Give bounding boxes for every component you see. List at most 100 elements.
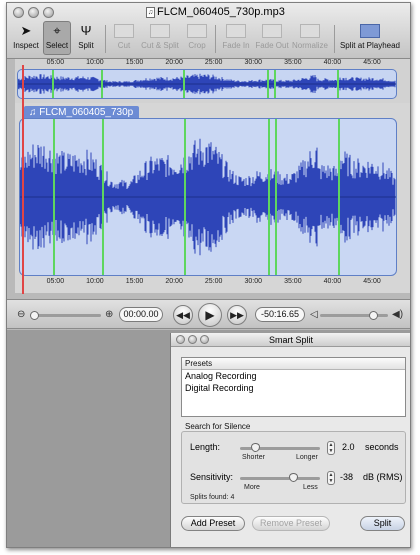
split-at-playhead-label: Split at Playhead — [339, 41, 401, 50]
document-icon: ♫ — [146, 7, 155, 18]
toolbar-divider — [334, 25, 335, 53]
window-title: FLCM_060405_730p.mp3 — [157, 6, 285, 18]
cut-tool[interactable]: Cut — [111, 23, 137, 50]
sensitivity-stepper[interactable]: ▲ ▼ — [327, 471, 335, 485]
cut-icon — [114, 24, 134, 38]
ruler-tick-label: 35:00 — [284, 59, 302, 66]
inspect-tool[interactable]: ➤ Inspect — [11, 23, 41, 50]
inspect-label: Inspect — [13, 41, 39, 50]
panel-minimize-button[interactable] — [188, 335, 197, 344]
presets-list[interactable]: Presets Analog Recording Digital Recordi… — [181, 357, 406, 417]
timeline-ruler-top: 05:00 10:00 15:00 20:00 25:00 30:00 35:00 40:00… — [17, 59, 397, 69]
ruler-tick-label: 20:00 — [165, 278, 183, 285]
crop-label: Crop — [188, 41, 206, 50]
normalize-label: Normalize — [291, 41, 328, 50]
split-icon: Ψ — [80, 23, 92, 38]
length-max-label: Longer — [296, 454, 318, 461]
ruler-tick-label: 20:00 — [165, 59, 183, 66]
overview-waveform-graphic — [18, 70, 396, 98]
fade-out-tool[interactable]: Fade Out — [254, 23, 290, 50]
overview-waveform[interactable] — [17, 69, 397, 99]
zoom-slider-track[interactable] — [31, 314, 101, 317]
ruler-tick-label: 30:00 — [244, 278, 263, 285]
ruler-tick-label: 35:00 — [284, 278, 302, 285]
ruler-tick-label: 40:00 — [323, 278, 342, 285]
length-slider-knob[interactable] — [251, 443, 260, 452]
fade-in-tool[interactable]: Fade In — [219, 23, 253, 50]
sensitivity-unit: dB (RMS) — [363, 472, 403, 482]
clip-name: FLCM_060405_730p — [39, 107, 134, 118]
split-playhead-icon — [360, 24, 380, 38]
ruler-tick-label: 10:00 — [86, 59, 104, 66]
cut-split-label: Cut & Split — [141, 41, 179, 50]
ruler-tick-label: 45:00 — [363, 278, 381, 285]
close-button[interactable] — [13, 7, 24, 18]
title-toolbar: ♫ FLCM_060405_730p.mp3 ➤ Inspect ⌖ Selec… — [7, 3, 410, 59]
fade-in-label: Fade In — [222, 41, 250, 50]
ruler-tick-label: 45:00 — [363, 59, 381, 66]
play-button[interactable]: ▶ — [198, 303, 222, 327]
pointer-icon: ➤ — [20, 23, 32, 38]
normalize-icon — [300, 24, 320, 38]
preset-digital-recording[interactable]: Digital Recording — [182, 382, 405, 394]
sensitivity-max-label: Less — [303, 484, 318, 491]
add-preset-button[interactable]: Add Preset — [181, 516, 245, 531]
fade-out-label: Fade Out — [255, 41, 289, 50]
rewind-button[interactable]: ◀◀ — [173, 305, 193, 325]
smart-split-panel: Smart Split Presets Analog Recording Dig… — [170, 333, 410, 547]
fade-out-icon — [262, 24, 282, 38]
transport-bar: ⊖ ⊕ 00:00.00 ◀◀ ▶ ▶▶ -50:16.65 ◁ ◀) — [7, 299, 410, 329]
length-stepper[interactable]: ▲ ▼ — [327, 441, 335, 455]
split-tool[interactable]: Ψ Split — [73, 23, 99, 50]
panel-zoom-button[interactable] — [200, 335, 209, 344]
cut-split-tool[interactable]: Cut & Split — [138, 23, 182, 50]
music-note-icon: ♫ — [29, 107, 40, 118]
fast-forward-button[interactable]: ▶▶ — [227, 305, 247, 325]
ruler-tick-label: 40:00 — [323, 59, 342, 66]
remaining-time-display: -50:16.65 — [255, 307, 305, 322]
panel-close-button[interactable] — [176, 335, 185, 344]
splits-found: Splits found: 4 — [190, 494, 235, 501]
ruler-tick-label: 15:00 — [125, 278, 144, 285]
volume-slider-knob[interactable] — [369, 311, 379, 320]
main-window: ♫ FLCM_060405_730p.mp3 ➤ Inspect ⌖ Selec… — [6, 2, 411, 548]
ruler-tick-label: 05:00 — [46, 59, 65, 66]
normalize-tool[interactable]: Normalize — [290, 23, 330, 50]
main-waveform-graphic — [20, 119, 396, 275]
sensitivity-label: Sensitivity: — [190, 472, 234, 482]
volume-low-icon: ◁ — [310, 309, 318, 320]
playhead[interactable] — [22, 65, 24, 294]
sensitivity-min-label: More — [244, 484, 260, 491]
select-tool[interactable]: ⌖ Select — [43, 21, 71, 55]
zoom-in-icon[interactable]: ⊕ — [105, 309, 113, 320]
length-min-label: Shorter — [242, 454, 265, 461]
zoom-slider-knob[interactable] — [29, 311, 39, 320]
preset-analog-recording[interactable]: Analog Recording — [182, 370, 405, 382]
zoom-out-icon[interactable]: ⊖ — [17, 309, 25, 320]
length-label: Length: — [190, 442, 221, 452]
current-time-display: 00:00.00 — [119, 307, 163, 322]
ruler-tick-label: 15:00 — [125, 59, 144, 66]
cut-label: Cut — [117, 41, 131, 50]
ruler-tick-label: 30:00 — [244, 59, 263, 66]
crop-tool[interactable]: Crop — [183, 23, 211, 50]
split-button[interactable]: Split — [360, 516, 405, 531]
minimize-button[interactable] — [28, 7, 39, 18]
ruler-tick-label: 10:00 — [86, 278, 104, 285]
panel-title-text: Smart Split — [268, 335, 313, 345]
timeline-ruler-bottom: 05:00 10:00 15:00 20:00 25:00 30:00 35:00 40:00… — [17, 278, 397, 288]
ruler-tick-label: 25:00 — [204, 278, 223, 285]
sensitivity-value: -38 — [340, 472, 354, 482]
crosshair-icon: ⌖ — [53, 23, 61, 38]
main-waveform[interactable] — [19, 118, 397, 276]
length-unit: seconds — [365, 442, 399, 452]
sensitivity-slider-track[interactable] — [240, 477, 320, 480]
search-silence-group: Length: Shorter Longer ▲ ▼ 2.0 seconds Se… — [181, 431, 406, 504]
zoom-button[interactable] — [43, 7, 54, 18]
sensitivity-slider-knob[interactable] — [289, 473, 299, 482]
select-label: Select — [45, 41, 69, 50]
toolbar-divider — [105, 25, 106, 53]
remove-preset-button[interactable]: Remove Preset — [252, 516, 330, 531]
ruler-tick-label: 25:00 — [204, 59, 223, 66]
split-at-playhead-tool[interactable]: Split at Playhead — [337, 23, 403, 50]
